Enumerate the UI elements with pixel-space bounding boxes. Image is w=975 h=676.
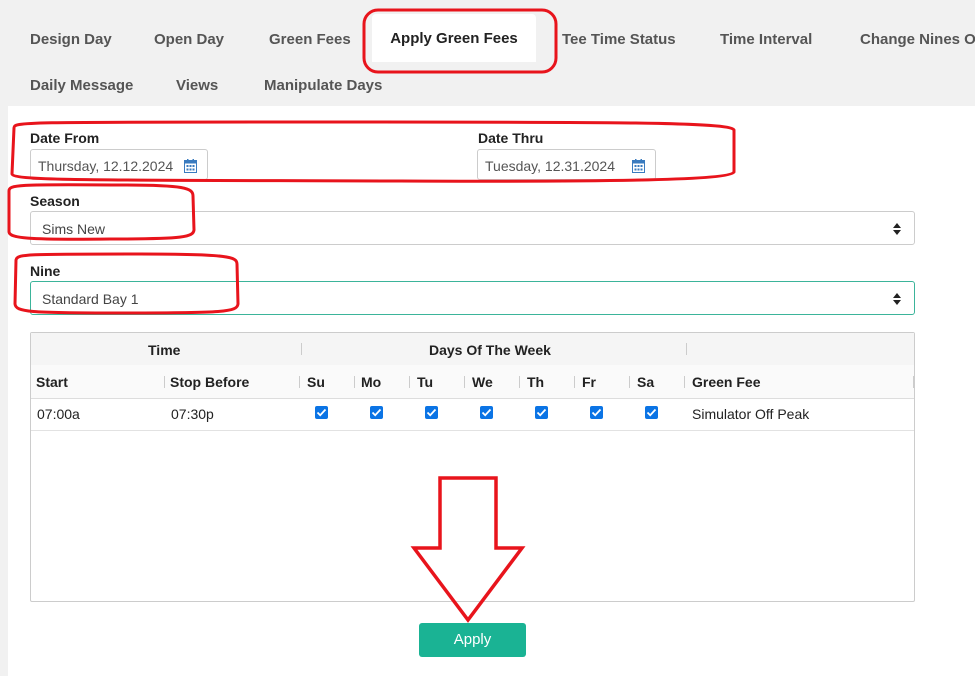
down-arrow-annotation — [410, 476, 526, 623]
annotation-highlight-tab — [362, 8, 558, 74]
annotation-highlight-nine — [13, 252, 240, 315]
annotation-overlay — [7, 8, 736, 623]
annotation-highlight-dates — [10, 120, 736, 183]
annotation-highlight-season — [7, 183, 196, 241]
